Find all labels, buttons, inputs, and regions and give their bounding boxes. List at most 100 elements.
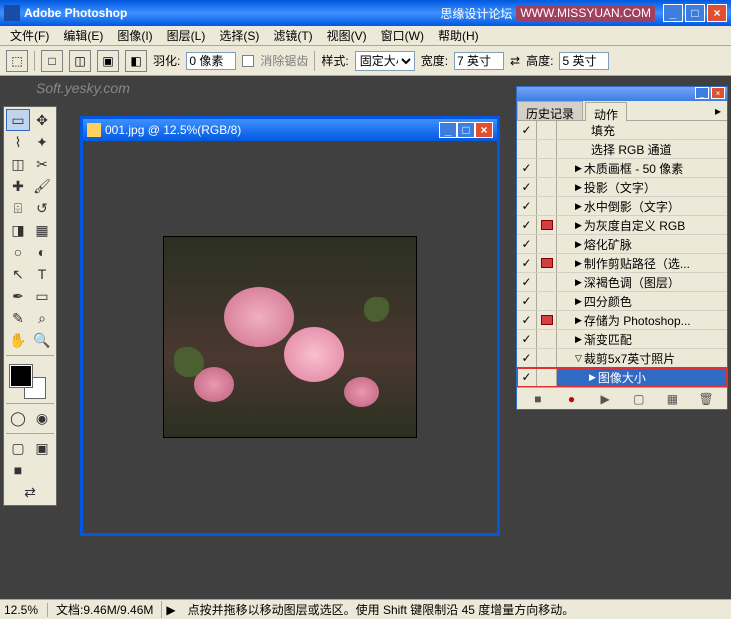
tab-history[interactable]: 历史记录: [517, 101, 583, 120]
action-label[interactable]: ▶为灰度自定义 RGB: [557, 216, 727, 234]
quick-mask-off[interactable]: ◯: [6, 407, 30, 429]
record-button[interactable]: ●: [563, 392, 579, 406]
action-row[interactable]: ✓ ▶水中倒影（文字）: [517, 197, 727, 216]
stop-button[interactable]: ■: [530, 392, 546, 406]
action-dialog-toggle[interactable]: [537, 140, 557, 158]
action-row[interactable]: ✓ ▶为灰度自定义 RGB: [517, 216, 727, 235]
quick-mask-on[interactable]: ◉: [30, 407, 54, 429]
action-row[interactable]: ✓ ▶渐变匹配: [517, 330, 727, 349]
marquee-rect-icon[interactable]: □: [41, 50, 63, 72]
action-toggle-check[interactable]: ✓: [517, 330, 537, 348]
action-dialog-toggle[interactable]: [537, 197, 557, 215]
action-dialog-toggle[interactable]: [537, 368, 557, 386]
action-label[interactable]: 填充: [557, 121, 727, 139]
type-tool[interactable]: T: [30, 263, 54, 285]
action-row[interactable]: ✓ ▶制作剪贴路径（选...: [517, 254, 727, 273]
screen-full[interactable]: ■: [6, 459, 30, 481]
zoom-tool[interactable]: 🔍: [30, 329, 54, 351]
path-tool[interactable]: ↖: [6, 263, 30, 285]
action-label[interactable]: ▶水中倒影（文字）: [557, 197, 727, 215]
action-row[interactable]: ✓▶投影（文字）: [517, 178, 727, 197]
menu-help[interactable]: 帮助(H): [432, 25, 485, 46]
action-toggle-check[interactable]: ✓: [517, 273, 537, 291]
action-toggle-check[interactable]: ✓: [517, 216, 537, 234]
marquee-exclude-icon[interactable]: ◧: [125, 50, 147, 72]
menu-file[interactable]: 文件(F): [4, 25, 55, 46]
action-row[interactable]: ✓▽裁剪5x7英寸照片: [517, 349, 727, 368]
action-toggle-check[interactable]: ✓: [517, 311, 537, 329]
doc-minimize-button[interactable]: _: [439, 122, 457, 138]
action-row[interactable]: 选择 RGB 通道: [517, 140, 727, 159]
close-button[interactable]: ×: [707, 4, 727, 22]
menu-view[interactable]: 视图(V): [321, 25, 373, 46]
menu-edit[interactable]: 编辑(E): [57, 25, 109, 46]
eyedropper-tool[interactable]: ⌕: [30, 307, 54, 329]
doc-close-button[interactable]: ×: [475, 122, 493, 138]
panel-menu-icon[interactable]: ▸: [709, 101, 727, 120]
new-action-button[interactable]: ▦: [664, 392, 680, 406]
swap-wh-icon[interactable]: ⇄: [510, 54, 520, 68]
move-tool[interactable]: ✥: [30, 109, 54, 131]
action-label[interactable]: ▶熔化矿脉: [557, 235, 727, 253]
blur-tool[interactable]: ○: [6, 241, 30, 263]
eraser-tool[interactable]: ◨: [6, 219, 30, 241]
action-row[interactable]: ✓▶木质画框 - 50 像素: [517, 159, 727, 178]
action-label[interactable]: ▶图像大小: [557, 368, 727, 386]
action-dialog-toggle[interactable]: [537, 273, 557, 291]
maximize-button[interactable]: □: [685, 4, 705, 22]
hand-tool[interactable]: ✋: [6, 329, 30, 351]
width-input[interactable]: [454, 52, 504, 70]
document-titlebar[interactable]: 001.jpg @ 12.5%(RGB/8) _ □ ×: [83, 119, 497, 141]
marquee-tool[interactable]: ▭: [6, 109, 30, 131]
action-toggle-check[interactable]: ✓: [517, 292, 537, 310]
crop-tool[interactable]: ◫: [6, 153, 30, 175]
menu-image[interactable]: 图像(I): [111, 25, 158, 46]
panel-minimize-button[interactable]: _: [695, 87, 709, 99]
action-toggle-check[interactable]: ✓: [517, 197, 537, 215]
action-dialog-toggle[interactable]: [537, 121, 557, 139]
wand-tool[interactable]: ✦: [30, 131, 54, 153]
action-toggle-check[interactable]: ✓: [517, 235, 537, 253]
imageready-icon[interactable]: ⇄: [6, 481, 54, 503]
action-row[interactable]: ✓▶深褐色调（图层）: [517, 273, 727, 292]
action-toggle-check[interactable]: ✓: [517, 121, 537, 139]
document-canvas-area[interactable]: [83, 141, 497, 533]
action-dialog-toggle[interactable]: [537, 235, 557, 253]
delete-button[interactable]: 🗑: [698, 392, 714, 406]
stamp-tool[interactable]: ⌹: [6, 197, 30, 219]
history-brush-tool[interactable]: ↺: [30, 197, 54, 219]
style-select[interactable]: 固定大小: [355, 51, 415, 71]
brush-tool[interactable]: 🖌: [30, 175, 54, 197]
new-set-button[interactable]: ▢: [631, 392, 647, 406]
action-dialog-toggle[interactable]: [537, 292, 557, 310]
screen-standard[interactable]: ▢: [6, 437, 30, 459]
menu-layer[interactable]: 图层(L): [161, 25, 212, 46]
feather-input[interactable]: [186, 52, 236, 70]
action-row[interactable]: ✓ 填充: [517, 121, 727, 140]
action-toggle-check[interactable]: ✓: [517, 349, 537, 367]
action-label[interactable]: ▶制作剪贴路径（选...: [557, 254, 727, 272]
image-canvas[interactable]: [164, 237, 416, 437]
action-row[interactable]: ✓▶存储为 Photoshop...: [517, 311, 727, 330]
heal-tool[interactable]: ✚: [6, 175, 30, 197]
action-toggle-check[interactable]: [517, 140, 537, 158]
minimize-button[interactable]: _: [663, 4, 683, 22]
action-dialog-toggle[interactable]: [537, 330, 557, 348]
action-row[interactable]: ✓▶四分颜色: [517, 292, 727, 311]
screen-full-menu[interactable]: ▣: [30, 437, 54, 459]
tab-actions[interactable]: 动作: [585, 102, 627, 121]
action-label[interactable]: 选择 RGB 通道: [557, 140, 727, 158]
action-toggle-check[interactable]: ✓: [517, 178, 537, 196]
action-dialog-toggle[interactable]: [537, 254, 557, 272]
shape-tool[interactable]: ▭: [30, 285, 54, 307]
action-label[interactable]: ▶渐变匹配: [557, 330, 727, 348]
pen-tool[interactable]: ✒: [6, 285, 30, 307]
tool-preset-icon[interactable]: ⬚: [6, 50, 28, 72]
panel-titlebar[interactable]: _ ×: [517, 87, 727, 101]
lasso-tool[interactable]: ⌇: [6, 131, 30, 153]
status-doc[interactable]: 文档:9.46M/9.46M: [48, 601, 162, 618]
action-toggle-check[interactable]: ✓: [517, 254, 537, 272]
marquee-intersect-icon[interactable]: ▣: [97, 50, 119, 72]
menu-window[interactable]: 窗口(W): [375, 25, 430, 46]
panel-close-button[interactable]: ×: [711, 87, 725, 99]
